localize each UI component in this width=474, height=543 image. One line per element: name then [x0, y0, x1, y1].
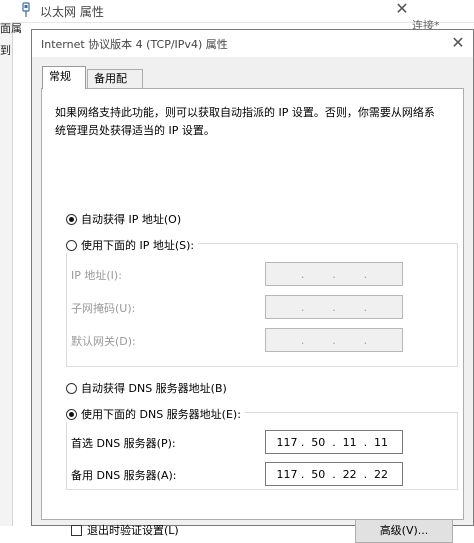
- alternate-dns-input[interactable]: 117. 50. 22. 22: [265, 462, 403, 486]
- manual-ip-label: 使用下面的 IP 地址(S):: [81, 239, 195, 252]
- octet-dot: .: [363, 467, 368, 481]
- octet-dot: .: [300, 435, 305, 449]
- octet-dot: .: [363, 435, 368, 449]
- default-gateway-label: 默认网关(D):: [71, 335, 136, 348]
- octet-dot: .: [300, 333, 305, 347]
- dialog-title: Internet 协议版本 4 (TCP/IPv4) 属性: [41, 38, 228, 51]
- octet: 50: [311, 435, 326, 449]
- parent-titlebar: 以太网 属性 ✕: [0, 0, 474, 23]
- ip-address-label: IP 地址(I):: [71, 269, 122, 282]
- auto-dns-radio[interactable]: 自动获得 DNS 服务器地址(B): [66, 380, 227, 396]
- octet: 22: [373, 467, 388, 481]
- radio-unselected-icon: [66, 239, 77, 251]
- manual-dns-radio[interactable]: 使用下面的 DNS 服务器地址(E):: [66, 406, 245, 422]
- radio-selected-icon: [66, 408, 77, 420]
- dialog-close-icon[interactable]: ✕: [446, 31, 470, 55]
- preferred-dns-input[interactable]: 117. 50. 11. 11: [265, 430, 403, 454]
- radio-unselected-icon: [66, 382, 77, 394]
- subnet-mask-input[interactable]: . . .: [265, 295, 403, 319]
- advanced-button[interactable]: 高级(V)...: [355, 519, 453, 543]
- tab-general[interactable]: 常规: [42, 66, 86, 89]
- ipv4-properties-dialog: Internet 协议版本 4 (TCP/IPv4) 属性 ✕ 常规 备用配置 …: [31, 29, 474, 543]
- checkbox-unchecked-icon: [71, 524, 82, 536]
- manual-ip-radio[interactable]: 使用下面的 IP 地址(S):: [66, 237, 199, 253]
- octet-dot: .: [300, 300, 305, 314]
- parent-close-icon[interactable]: ✕: [392, 0, 412, 20]
- octet-dot: .: [332, 267, 336, 281]
- general-tab-panel: 如果网络支持此功能，则可以获取自动指派的 IP 设置。否则，你需要从网络系统管理…: [41, 88, 464, 543]
- dialog-titlebar: Internet 协议版本 4 (TCP/IPv4) 属性 ✕: [32, 30, 473, 57]
- octet: 50: [311, 467, 326, 481]
- validate-settings-checkbox[interactable]: 退出时验证设置(L): [71, 522, 179, 538]
- parent-left-edge: [0, 22, 13, 526]
- radio-selected-icon: [66, 213, 77, 225]
- octet-dot: .: [332, 333, 336, 347]
- manual-dns-label: 使用下面的 DNS 服务器地址(E):: [81, 408, 241, 421]
- tab-alternate-config[interactable]: 备用配置: [87, 69, 143, 103]
- octet: 117: [276, 435, 298, 449]
- octet-dot: .: [332, 300, 336, 314]
- preferred-dns-label: 首选 DNS 服务器(P):: [71, 437, 176, 450]
- octet: 117: [276, 467, 298, 481]
- parent-text-fragment: 面属: [0, 22, 22, 35]
- alternate-dns-label: 备用 DNS 服务器(A):: [71, 469, 177, 482]
- parent-text-fragment: 到: [0, 44, 11, 57]
- octet-dot: .: [363, 267, 368, 281]
- description-text: 如果网络支持此功能，则可以获取自动指派的 IP 设置。否则，你需要从网络系统管理…: [55, 106, 435, 137]
- octet-dot: .: [332, 435, 336, 449]
- octet-dot: .: [363, 300, 368, 314]
- octet: 11: [373, 435, 388, 449]
- octet-dot: .: [332, 467, 336, 481]
- default-gateway-input[interactable]: . . .: [265, 328, 403, 352]
- octet-dot: .: [300, 467, 305, 481]
- octet-dot: .: [300, 267, 305, 281]
- ip-address-input[interactable]: . . .: [265, 262, 403, 286]
- octet-dot: .: [363, 333, 368, 347]
- auto-ip-radio[interactable]: 自动获得 IP 地址(O): [66, 211, 181, 227]
- validate-settings-label: 退出时验证设置(L): [87, 524, 179, 537]
- network-adapter-icon: [20, 2, 32, 18]
- auto-dns-label: 自动获得 DNS 服务器地址(B): [81, 382, 227, 395]
- parent-window-title: 以太网 属性: [40, 5, 104, 19]
- subnet-mask-label: 子网掩码(U):: [71, 302, 136, 315]
- octet: 22: [342, 467, 357, 481]
- auto-ip-label: 自动获得 IP 地址(O): [81, 213, 182, 226]
- octet: 11: [342, 435, 357, 449]
